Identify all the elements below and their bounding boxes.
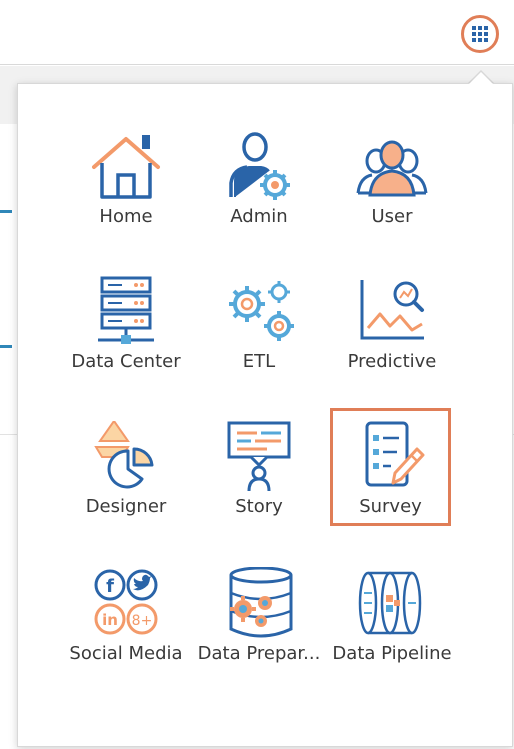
menu-item-data-center[interactable]: Data Center: [64, 271, 188, 387]
app-launcher-button[interactable]: [461, 15, 499, 53]
menu-item-label: Predictive: [347, 351, 437, 372]
designer-pie-icon: [86, 418, 166, 494]
menu-item-label: Designer: [85, 496, 167, 517]
menu-item-data-pipeline[interactable]: Data Pipeline: [330, 563, 454, 679]
svg-text:in: in: [102, 611, 118, 629]
survey-checklist-icon: [351, 418, 431, 494]
home-icon: [86, 128, 166, 204]
gears-icon: [219, 273, 299, 349]
menu-item-label: Data Pipeline: [332, 643, 452, 664]
top-divider: [0, 64, 514, 65]
menu-item-predictive[interactable]: Predictive: [330, 271, 454, 387]
menu-item-user[interactable]: User: [330, 126, 454, 242]
menu-item-survey[interactable]: Survey: [330, 408, 451, 526]
menu-item-social-media[interactable]: f in 8+ Social Media: [64, 563, 188, 679]
server-rack-icon: [86, 273, 166, 349]
story-presenter-icon: [219, 418, 299, 494]
admin-icon: [219, 128, 299, 204]
menu-item-label: Home: [99, 206, 153, 227]
svg-text:f: f: [106, 576, 114, 597]
menu-item-label: Admin: [230, 206, 288, 227]
menu-item-etl[interactable]: ETL: [197, 271, 321, 387]
menu-item-label: Data Prepar...: [197, 643, 321, 664]
svg-text:8+: 8+: [132, 613, 153, 629]
background-accent-line: [0, 345, 12, 348]
predictive-chart-icon: [352, 273, 432, 349]
user-group-icon: [352, 128, 432, 204]
menu-item-label: Data Center: [71, 351, 181, 372]
panel-pointer-fill: [469, 72, 493, 84]
menu-item-designer[interactable]: Designer: [64, 416, 188, 532]
menu-item-label: Story: [235, 496, 283, 517]
menu-item-label: ETL: [242, 351, 276, 372]
menu-item-admin[interactable]: Admin: [197, 126, 321, 242]
menu-item-label: Survey: [359, 496, 422, 517]
background-accent-line: [0, 210, 12, 213]
social-media-icon: f in 8+: [86, 565, 166, 641]
menu-item-data-preparation[interactable]: Data Prepar...: [197, 563, 321, 679]
data-preparation-icon: [219, 565, 299, 641]
menu-item-story[interactable]: Story: [197, 416, 321, 532]
menu-item-home[interactable]: Home: [64, 126, 188, 242]
apps-grid-icon: [472, 26, 488, 42]
menu-item-label: User: [371, 206, 413, 227]
menu-item-label: Social Media: [69, 643, 183, 664]
data-pipeline-icon: [352, 565, 432, 641]
